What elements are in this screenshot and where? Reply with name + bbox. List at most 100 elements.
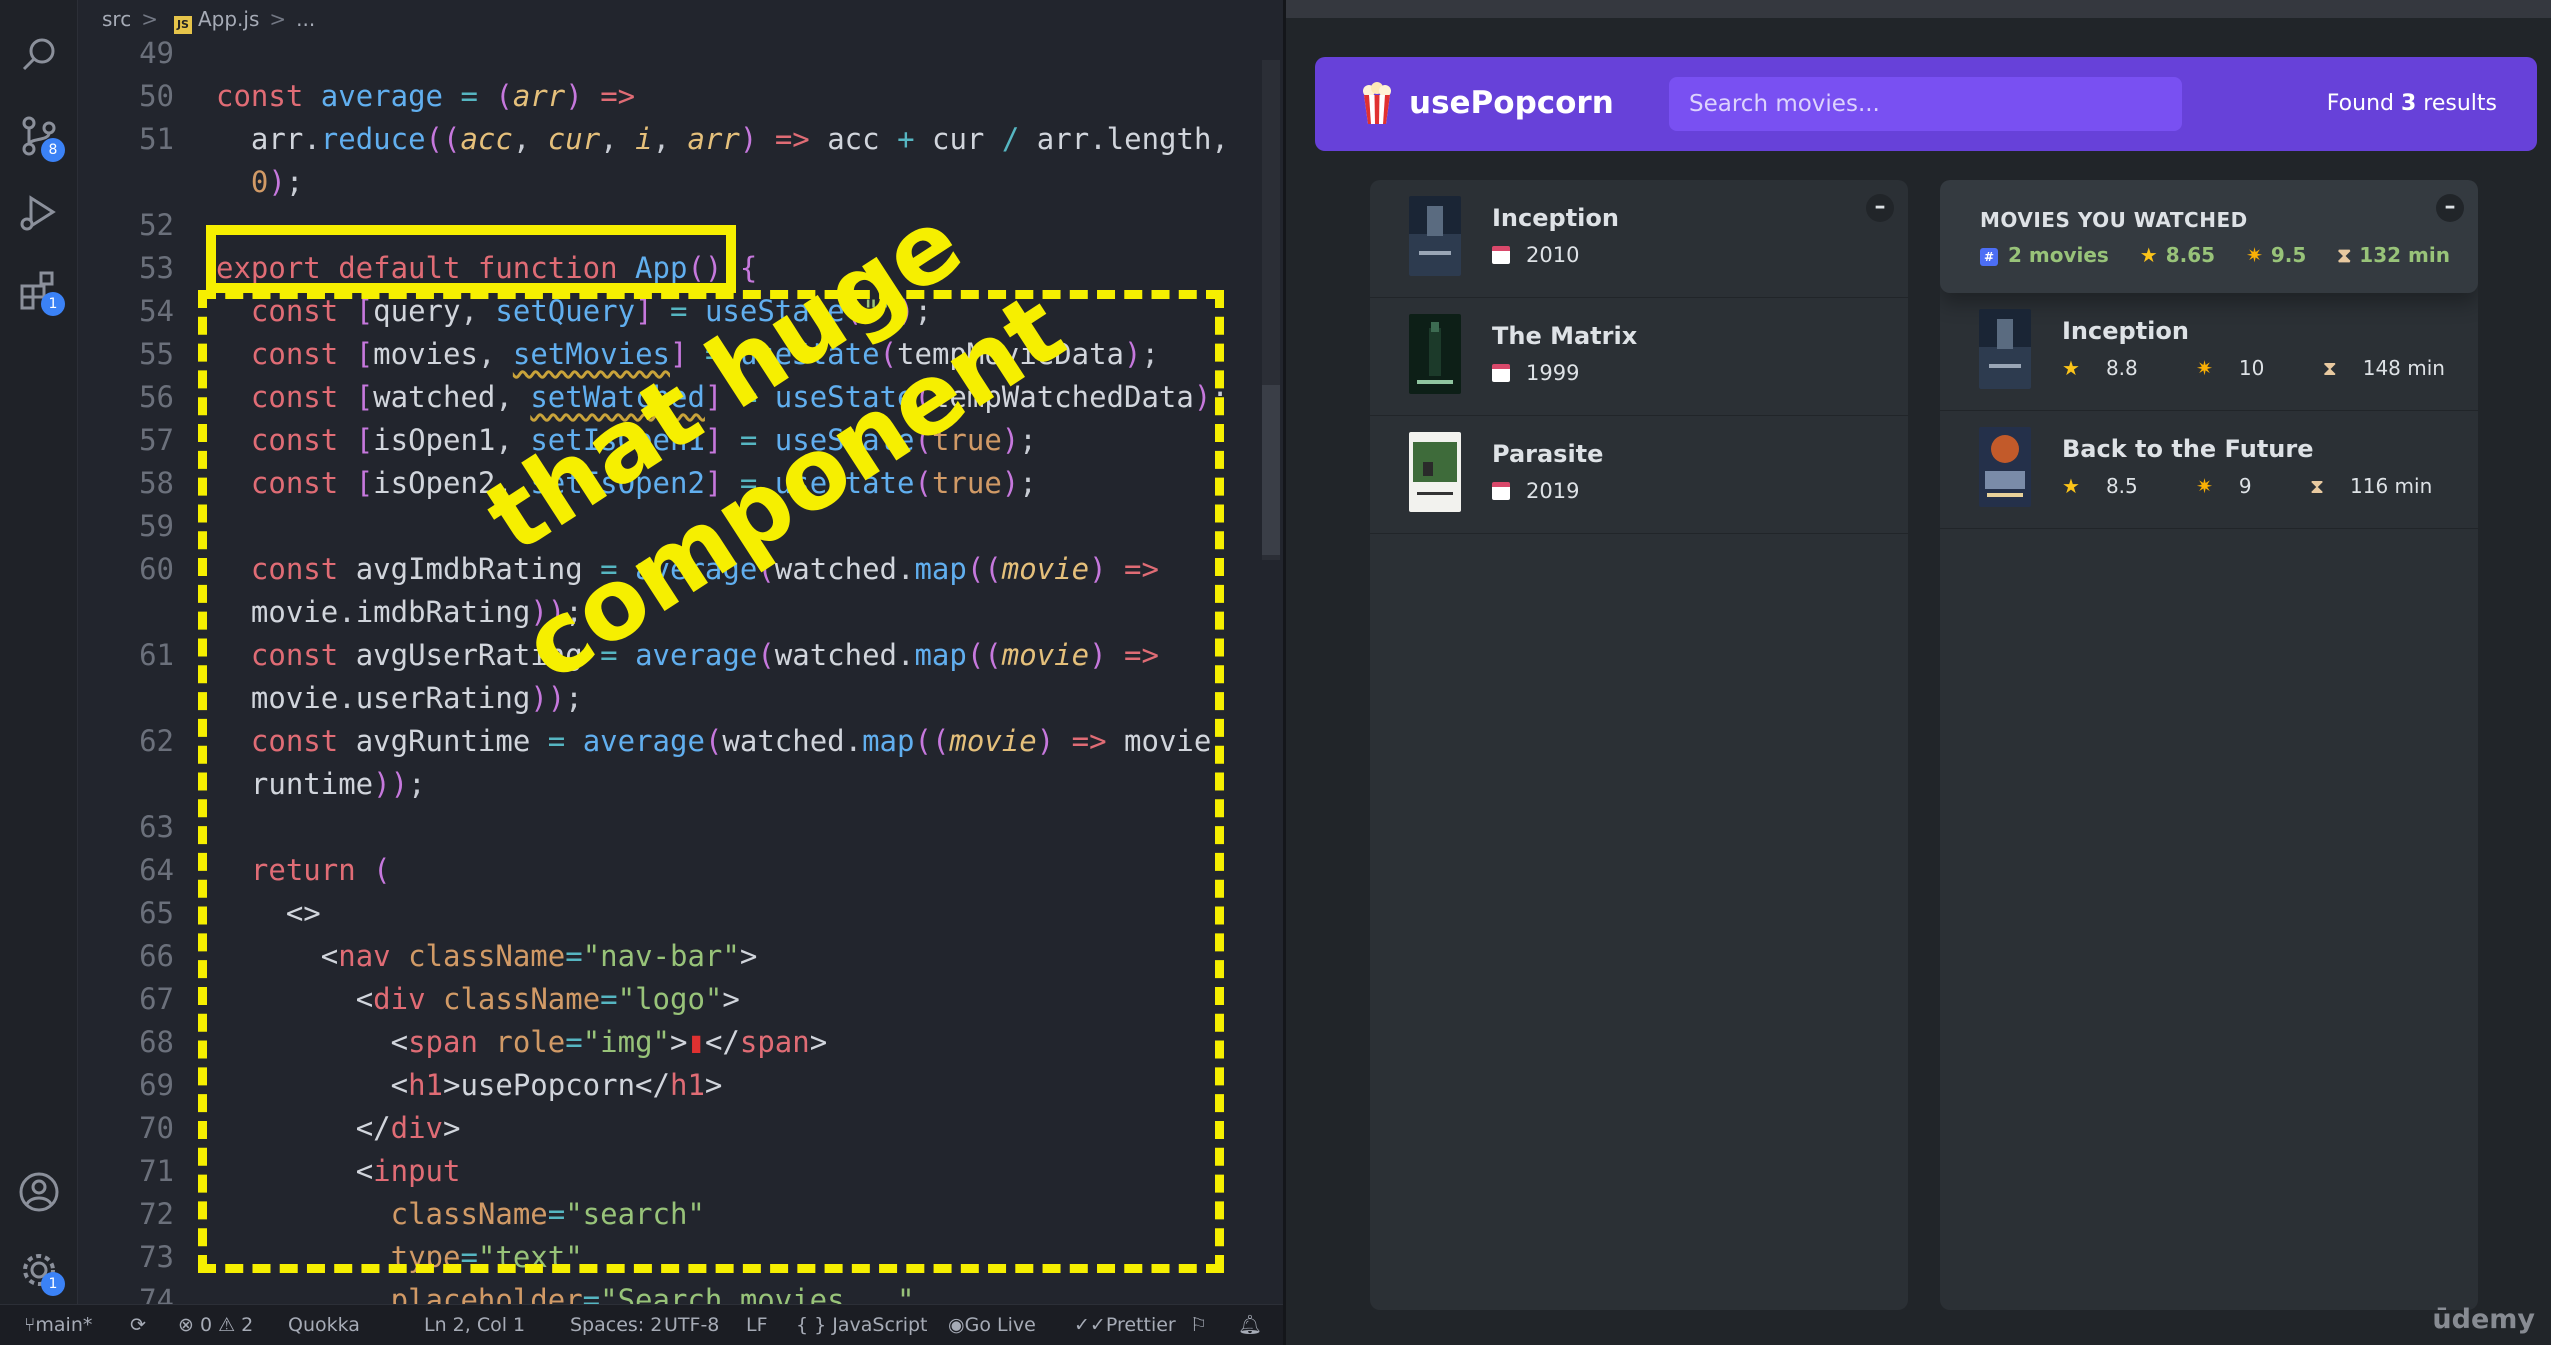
web-page: usePopcorn Found 3 results – Inception 2… <box>1286 18 2551 1345</box>
summary-title: MOVIES YOU WATCHED <box>1980 208 2248 232</box>
toggle-button[interactable]: – <box>2436 194 2464 222</box>
encoding-status[interactable]: UTF-8 <box>664 1305 719 1345</box>
hourglass-icon: ⧗ <box>2337 243 2352 267</box>
prettier-status[interactable]: ✓✓ Prettier <box>1074 1305 1176 1345</box>
code-line: 66 <nav className="nav-bar"> <box>78 935 757 978</box>
hourglass-icon: ⧗ <box>2309 474 2325 498</box>
sync-icon[interactable]: ⟳ <box>130 1305 146 1345</box>
movie-list-item[interactable]: Parasite 2019 <box>1370 416 1908 534</box>
language-mode[interactable]: { } JavaScript <box>796 1305 928 1345</box>
code-editor: 8 1 1 src > JS App.js >... 49 50 const averag… <box>0 0 1283 1345</box>
code-line: 67 <div className="logo"> <box>78 978 740 1021</box>
movie-poster <box>1979 427 2031 507</box>
line-number: 51 <box>139 122 174 156</box>
line-number: 62 <box>139 724 174 758</box>
code-line: movie.imdbRating)); <box>250 595 583 629</box>
line-number: 73 <box>139 1240 174 1274</box>
hourglass-icon: ⧗ <box>2322 356 2337 380</box>
code-line: 0); <box>250 165 304 199</box>
line-number: 68 <box>139 1025 174 1059</box>
status-bar: ⑂ main* ⟳ ⊗ 0 ⚠ 2 Quokka Ln 2, Col 1 Spa… <box>0 1304 1283 1345</box>
movie-year: 1999 <box>1492 358 1579 388</box>
indentation-status[interactable]: Spaces: 2 <box>570 1305 662 1345</box>
line-number: 59 <box>139 509 174 543</box>
screen: 8 1 1 src > JS App.js >... 49 50 const averag… <box>0 0 2551 1345</box>
code-line: 64 return ( <box>78 849 391 892</box>
highlight-box <box>206 225 736 293</box>
line-number: 50 <box>139 79 174 113</box>
settings-gear-icon[interactable]: 1 <box>17 1248 65 1296</box>
watched-stats: ★ 8.8 ✷ 10 ⧗ 148 min <box>2062 353 2478 383</box>
imdb-rating: ★ 8.8 <box>2062 356 2138 380</box>
source-control-badge: 8 <box>41 138 65 162</box>
line-number: 71 <box>139 1154 174 1188</box>
code-line: 60 const avgImdbRating = average(watched… <box>78 548 1159 591</box>
line-number: 63 <box>139 810 174 844</box>
avg-user-rating: ✷ 9.5 <box>2246 243 2307 267</box>
movie-poster <box>1409 432 1461 512</box>
breadcrumb-file[interactable]: App.js <box>198 7 259 31</box>
activity-bar: 8 1 1 <box>0 0 78 1304</box>
calendar-icon <box>1492 246 1510 264</box>
line-number: 60 <box>139 552 174 586</box>
code-line: 51 arr.reduce((acc, cur, i, arr) => acc … <box>78 118 1229 161</box>
quokka-status[interactable]: Quokka <box>288 1305 360 1345</box>
extensions-badge: 1 <box>41 292 65 316</box>
branch-status[interactable]: ⑂ main* <box>24 1305 92 1345</box>
go-live-button[interactable]: ◉ Go Live <box>948 1305 1036 1345</box>
line-number: 49 <box>139 36 174 70</box>
settings-badge: 1 <box>41 1272 65 1296</box>
code-line: 65 <> <box>78 892 321 935</box>
breadcrumb-symbol[interactable]: ... <box>296 7 315 31</box>
source-control-icon[interactable]: 8 <box>17 114 65 162</box>
code-line: 71 <input <box>78 1150 460 1193</box>
line-number: 58 <box>139 466 174 500</box>
code-line: runtime)); <box>250 767 426 801</box>
code-line: movie.userRating)); <box>250 681 583 715</box>
line-number: 67 <box>139 982 174 1016</box>
problems-status[interactable]: ⊗ 0 ⚠ 2 <box>178 1305 253 1345</box>
feedback-icon[interactable]: ⚐ <box>1190 1305 1207 1345</box>
code-line: 69 <h1>usePopcorn</h1> <box>78 1064 722 1107</box>
nav-bar: usePopcorn Found 3 results <box>1315 57 2537 151</box>
code-line: 49 <box>78 32 174 75</box>
scrollbar-thumb[interactable] <box>1262 385 1280 555</box>
watched-title: Inception <box>2062 317 2189 345</box>
breadcrumb-folder[interactable]: src <box>102 7 131 31</box>
cursor-position[interactable]: Ln 2, Col 1 <box>424 1305 525 1345</box>
watched-list-item[interactable]: Inception ★ 8.8 ✷ 10 ⧗ 148 min <box>1940 293 2478 411</box>
watched-count: #2 movies <box>1980 243 2109 267</box>
movie-title: Inception <box>1492 204 1619 232</box>
code-line: 62 const avgRuntime = average(watched.ma… <box>78 720 1229 763</box>
code-line: 50 const average = (arr) => <box>78 75 635 118</box>
code-line: 61 const avgUserRating = average(watched… <box>78 634 1159 677</box>
code-line: 70 </div> <box>78 1107 460 1150</box>
movie-list-item[interactable]: Inception 2010 <box>1370 180 1908 298</box>
search-input[interactable] <box>1669 77 2182 131</box>
line-number: 53 <box>139 251 174 285</box>
movie-list-item[interactable]: The Matrix 1999 <box>1370 298 1908 416</box>
search-icon[interactable] <box>17 33 61 77</box>
avg-imdb-rating: ★ 8.65 <box>2139 243 2216 267</box>
logo-text: usePopcorn <box>1409 85 1614 121</box>
account-icon[interactable] <box>17 1170 61 1214</box>
eol-status[interactable]: LF <box>746 1305 768 1345</box>
line-number: 64 <box>139 853 174 887</box>
line-number: 74 <box>139 1283 174 1304</box>
extensions-icon[interactable]: 1 <box>17 268 65 316</box>
code-line: 56 const [watched, setWatched] = useStat… <box>78 376 1229 419</box>
browser-window: usePopcorn Found 3 results – Inception 2… <box>1286 0 2551 1345</box>
summary-stats: #2 movies ★ 8.65 ✷ 9.5 ⧗ 132 min <box>1980 240 2474 270</box>
line-number: 56 <box>139 380 174 414</box>
notifications-bell-icon[interactable]: 🔔︎ <box>1238 1305 1262 1345</box>
user-rating: ✷ 9 <box>2196 474 2252 498</box>
code-line: 58 const [isOpen2, setIsOpen2] = useStat… <box>78 462 1037 505</box>
watched-summary: MOVIES YOU WATCHED #2 movies ★ 8.65 ✷ 9.5 … <box>1940 180 2478 293</box>
watched-list-item[interactable]: Back to the Future ★ 8.5 ✷ 9 ⧗ 116 min <box>1940 411 2478 529</box>
run-debug-icon[interactable] <box>17 190 61 234</box>
glowing-star-icon: ✷ <box>2196 356 2213 380</box>
movie-year: 2019 <box>1492 476 1579 506</box>
user-rating: ✷ 10 <box>2196 356 2265 380</box>
code-line: 53 export default function App() { <box>78 247 757 290</box>
results-count: Found 3 results <box>2326 91 2497 116</box>
